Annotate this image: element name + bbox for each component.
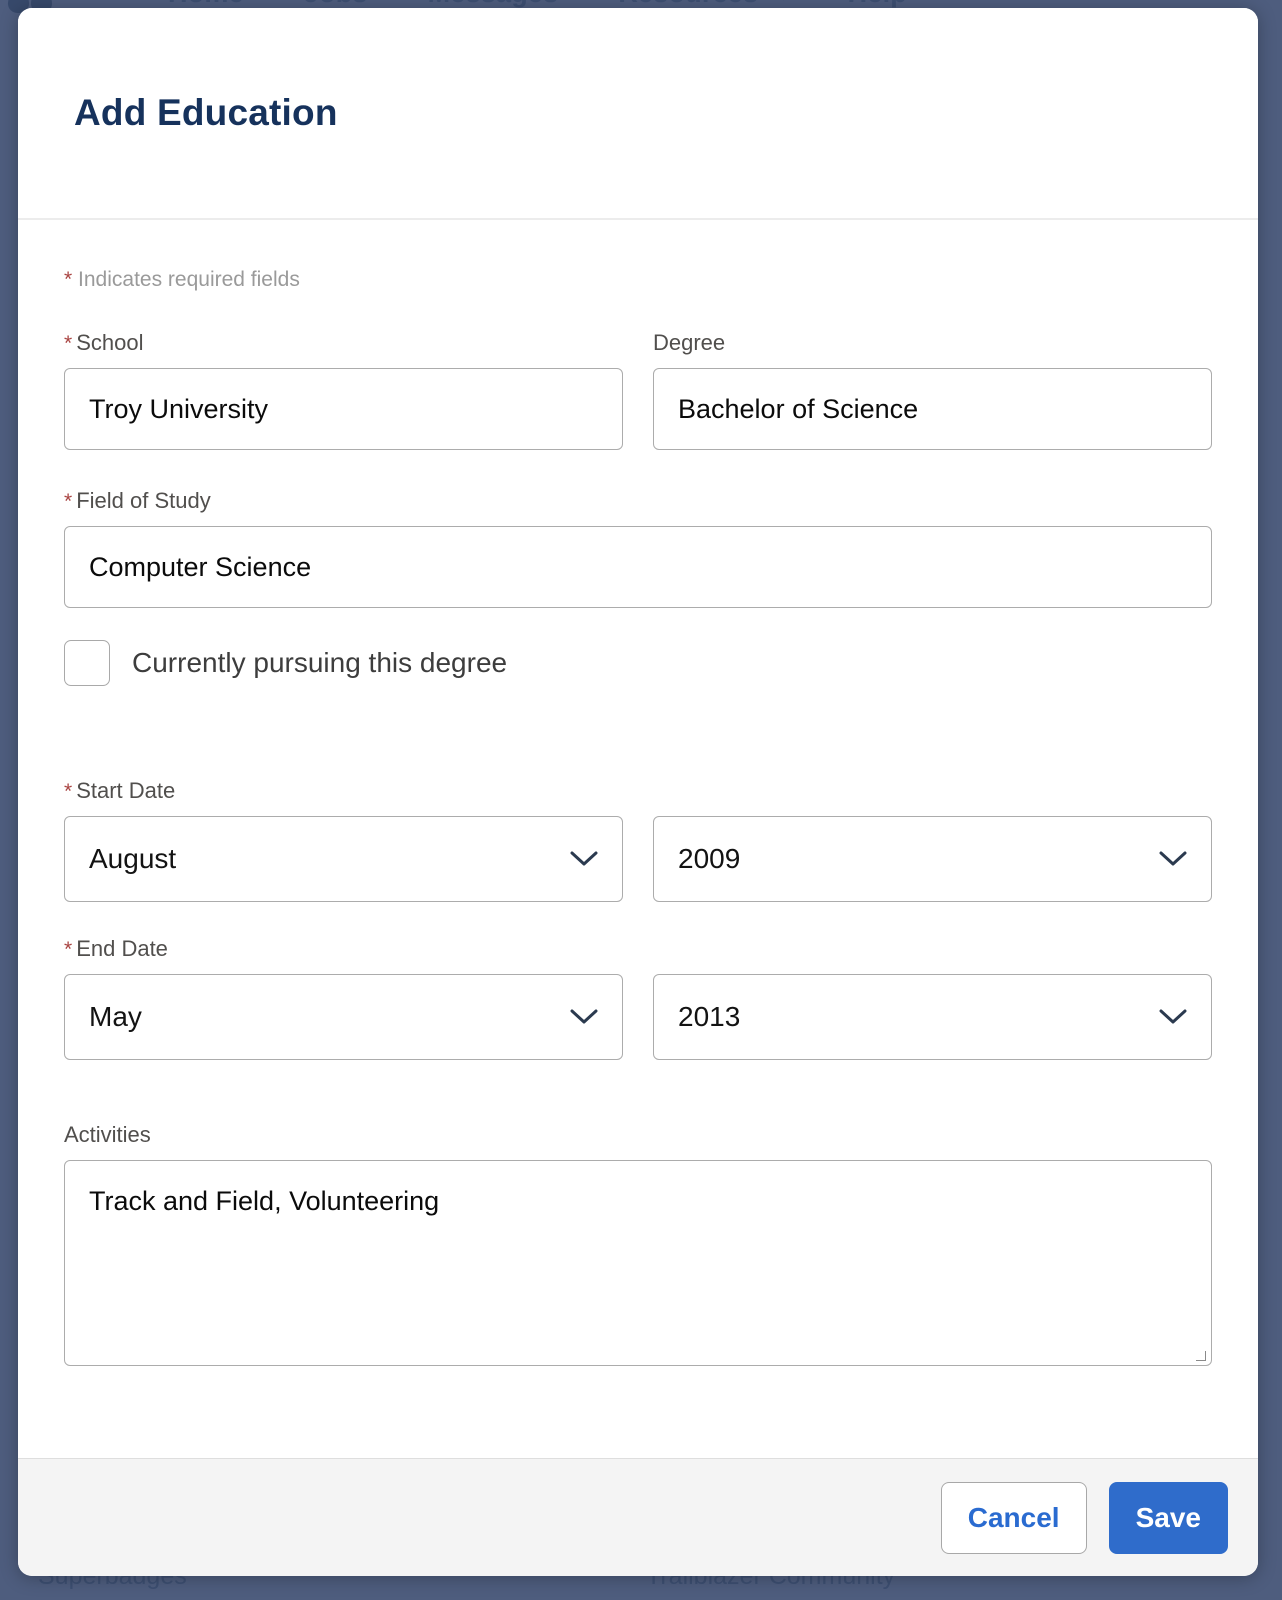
start-month-select[interactable]: August <box>64 816 623 902</box>
required-fields-note: * Indicates required fields <box>64 268 1232 292</box>
school-label: * School <box>64 330 623 356</box>
nav-item-home-label: Home <box>168 0 244 8</box>
nav-item-resources-label: Resources <box>618 0 758 8</box>
start-month-wrap: August <box>64 816 623 902</box>
modal-header: Add Education <box>18 8 1258 220</box>
currently-pursuing-label: Currently pursuing this degree <box>132 647 508 678</box>
activities-label-text: Activities <box>64 1122 151 1147</box>
required-asterisk: * <box>64 938 73 961</box>
currently-pursuing-checkbox[interactable] <box>64 640 110 686</box>
degree-label: Degree <box>653 330 1212 356</box>
field-of-study-input[interactable] <box>64 526 1212 608</box>
end-month-wrap: May <box>64 974 623 1060</box>
start-month-value: August <box>89 843 177 874</box>
end-year-value: 2013 <box>678 1001 741 1032</box>
nav-item-jobs-label: Jobs <box>304 0 368 8</box>
chevron-down-icon: ▾ <box>780 0 788 4</box>
required-asterisk: * <box>64 780 73 803</box>
activities-textarea[interactable] <box>64 1160 1212 1366</box>
cancel-button[interactable]: Cancel <box>940 1481 1087 1554</box>
save-button[interactable]: Save <box>1108 1481 1228 1554</box>
field-group-degree: Degree <box>653 330 1212 450</box>
start-date-label-wrap: * Start Date <box>44 778 1232 804</box>
activities-label: Activities <box>64 1122 1212 1148</box>
end-date-label-wrap: * End Date <box>44 936 1232 962</box>
start-year-select[interactable]: 2009 <box>653 816 1212 902</box>
degree-input[interactable] <box>653 368 1212 450</box>
required-asterisk: * <box>64 332 73 355</box>
modal-body: * Indicates required fields *School Degr… <box>18 220 1258 1458</box>
field-of-study-label: * Field of Study <box>64 488 1212 514</box>
start-year-value: 2009 <box>678 843 741 874</box>
add-education-modal: Add Education * Indicates required field… <box>18 8 1258 1576</box>
row-school-degree: *School Degree <box>44 330 1232 450</box>
end-date-label-text: End Date <box>76 936 168 961</box>
modal-footer: Cancel Save <box>18 1458 1258 1576</box>
field-group-school: * School <box>64 330 623 450</box>
school-label-text: School <box>76 330 144 355</box>
end-year-select[interactable]: 2013 <box>653 974 1212 1060</box>
school-input[interactable] <box>64 368 623 450</box>
nav-item-messages-label: Messages <box>428 0 559 8</box>
end-month-select[interactable]: May <box>64 974 623 1060</box>
start-year-wrap: 2009 <box>653 816 1212 902</box>
start-date-label-text: Start Date <box>76 778 176 803</box>
currently-pursuing-checkbox-row[interactable]: Currently pursuing this degree <box>44 640 1232 686</box>
start-date-label: * Start Date <box>64 778 1212 804</box>
degree-label-text: Degree <box>653 330 726 355</box>
field-group-activities: Activities <box>44 1122 1232 1366</box>
end-month-value: May <box>89 1001 142 1032</box>
required-fields-note-text: Indicates required fields <box>78 268 300 291</box>
field-of-study-label-text: Field of Study <box>76 488 211 513</box>
required-asterisk: * <box>64 268 73 291</box>
end-date-selects: May 2013 <box>44 974 1232 1060</box>
page-title: Add Education <box>74 92 338 133</box>
end-date-label: * End Date <box>64 936 1212 962</box>
nav-item-help-label: Help <box>848 0 907 8</box>
start-date-selects: August 2009 <box>44 816 1232 902</box>
required-asterisk: * <box>64 490 73 513</box>
field-group-field-of-study: * Field of Study <box>44 488 1232 608</box>
end-year-wrap: 2013 <box>653 974 1212 1060</box>
